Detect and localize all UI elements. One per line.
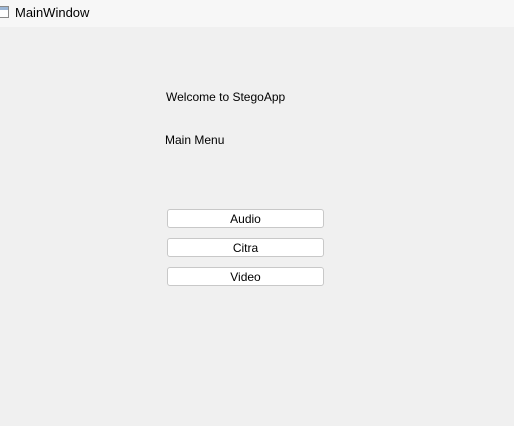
app-window-icon [0, 6, 9, 18]
main-menu-label: Main Menu [165, 133, 225, 147]
welcome-label: Welcome to StegoApp [166, 90, 286, 104]
title-bar[interactable]: MainWindow [0, 0, 514, 27]
citra-button[interactable]: Citra [167, 238, 324, 257]
main-window: MainWindow Welcome to StegoApp Main Menu… [0, 0, 514, 426]
audio-button[interactable]: Audio [167, 209, 324, 228]
video-button[interactable]: Video [167, 267, 324, 286]
window-title: MainWindow [15, 5, 90, 20]
